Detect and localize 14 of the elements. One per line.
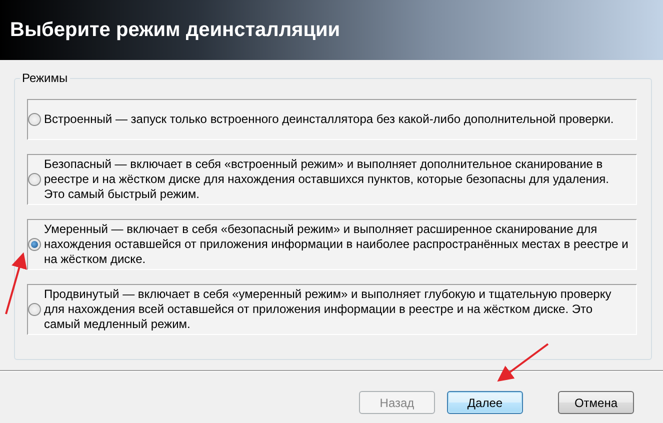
arrow-drawing [5, 252, 27, 314]
dialog-button[interactable]: Далее [447, 391, 523, 414]
option-label: Умеренный — включает в себя «безопасный режим» и выполняет расширенное сканирование для нахождения оставшейся от приложения информации в наиболее распространённых местах в реестре и на жёстком диске. [44, 222, 630, 267]
radio-button[interactable] [28, 173, 41, 186]
radio-button[interactable] [28, 113, 41, 126]
option-label: Встроенный — запуск только встроенного деинсталлятора без какой-либо дополнительной проверки. [44, 112, 614, 127]
arrow-drawing [497, 343, 549, 382]
option-label: Продвинутый — включает в себя «умеренный режим» и выполняет глубокую и тщательную проверку для нахождения всей оставшейся от приложения информации в реестре и на жёстком диске. Это самый медленный режим. [44, 287, 612, 332]
radio-button[interactable] [28, 303, 41, 316]
wizard-title: Выберите режим деинсталляции [10, 18, 340, 43]
dialog-button[interactable]: Отмена [558, 391, 634, 414]
option-label: Безопасный — включает в себя «встроенный режим» и выполняет дополнительное сканирование в реестре и на жёстком диске для нахождения оставшихся пунктов, которые безопасны для удаления. Это самый быстрый режим. [44, 157, 610, 202]
group-label: Режимы [20, 71, 70, 85]
radio-button[interactable] [28, 238, 41, 251]
